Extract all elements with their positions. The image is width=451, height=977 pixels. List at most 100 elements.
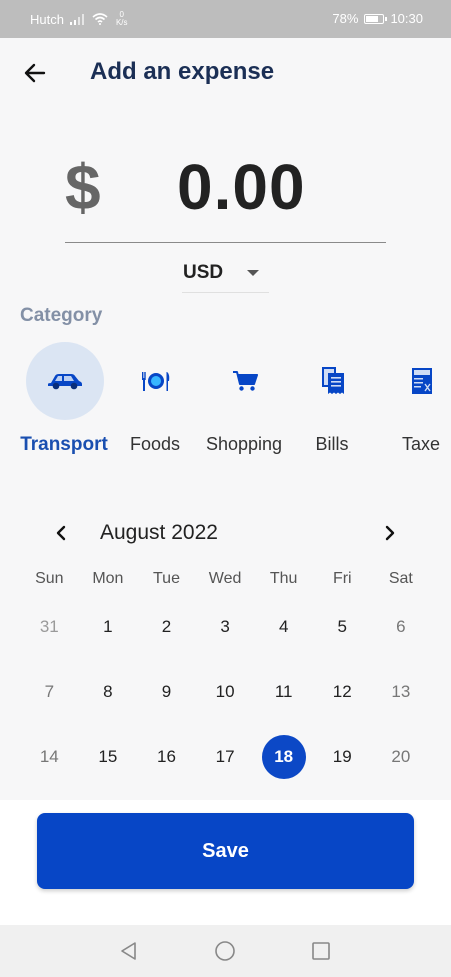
weekday-row: Sun Mon Tue Wed Thu Fri Sat xyxy=(20,570,431,594)
calendar-day[interactable]: 1 xyxy=(79,605,138,649)
chevron-left-icon xyxy=(56,525,66,541)
category-icon-circle xyxy=(294,342,372,420)
signal-icon xyxy=(69,14,84,25)
amount-input[interactable]: $ 0.00 xyxy=(65,140,386,243)
calendar-day[interactable]: 17 xyxy=(196,735,255,779)
wifi-icon xyxy=(92,13,108,25)
day-number: 11 xyxy=(274,681,293,701)
calendar-day[interactable]: 14 xyxy=(20,735,79,779)
battery-icon xyxy=(364,13,388,24)
save-button[interactable]: Save xyxy=(37,813,414,889)
weekday-label: Sat xyxy=(388,570,413,587)
next-month-button[interactable] xyxy=(377,520,403,546)
status-time: 10:30 xyxy=(390,11,423,26)
calendar-day[interactable]: 15 xyxy=(79,735,138,779)
nav-recents-button[interactable] xyxy=(308,938,334,964)
weekday-label: Mon xyxy=(92,570,124,587)
chevron-right-icon xyxy=(385,525,395,541)
calendar-day[interactable]: 9 xyxy=(137,670,196,714)
currency-code: USD xyxy=(183,262,224,283)
previous-month-button[interactable] xyxy=(48,520,74,546)
category-label: Bills xyxy=(315,434,349,454)
calendar-day[interactable]: 12 xyxy=(313,670,372,714)
weekday-label: Sun xyxy=(35,570,64,587)
calendar-week: 14 15 16 17 18 19 20 xyxy=(20,724,431,789)
status-left: Hutch 0 K/s xyxy=(30,11,128,27)
save-area: Save xyxy=(0,800,451,925)
plate-icon xyxy=(142,372,170,391)
day-number: 14 xyxy=(39,746,59,766)
calendar-day[interactable]: 16 xyxy=(137,735,196,779)
bill-icon xyxy=(322,367,344,394)
category-list[interactable]: Transport Foods Shopping Bills Taxe xyxy=(0,342,451,467)
category-foods[interactable]: Foods xyxy=(105,342,205,467)
calendar-day[interactable]: 6 xyxy=(372,605,431,649)
square-recents-icon xyxy=(312,942,330,960)
calendar-header: August 2022 xyxy=(20,510,431,558)
calendar-week: 7 8 9 10 11 12 13 xyxy=(20,659,431,724)
page-title: Add an expense xyxy=(90,58,275,85)
category-icon-circle xyxy=(117,342,195,420)
calendar-day-selected[interactable]: 18 xyxy=(254,734,313,779)
amount-value: 0.00 xyxy=(177,151,306,223)
calendar-day[interactable]: 7 xyxy=(20,670,79,714)
battery-percent: 78% xyxy=(332,11,359,26)
day-number: 3 xyxy=(220,616,230,636)
day-number: 19 xyxy=(332,746,352,766)
network-speed-unit: K/s xyxy=(115,18,128,27)
category-label: Transport xyxy=(20,434,108,455)
tax-icon xyxy=(412,368,432,394)
calendar-day[interactable]: 3 xyxy=(196,605,255,649)
category-bills[interactable]: Bills xyxy=(282,342,382,467)
calendar-day[interactable]: 13 xyxy=(372,670,431,714)
day-number: 7 xyxy=(44,681,55,701)
battery-fill xyxy=(366,15,379,22)
currency-dropdown[interactable]: USD xyxy=(182,254,269,293)
calendar-day[interactable]: 19 xyxy=(313,735,372,779)
carrier-name: Hutch xyxy=(30,11,64,27)
date-picker: August 2022 Sun Mon Tue Wed Thu Fri Sat … xyxy=(20,510,431,789)
day-number: 5 xyxy=(337,616,347,636)
calendar-day[interactable]: 4 xyxy=(254,605,313,649)
cart-icon xyxy=(233,371,258,391)
category-heading: Category xyxy=(20,305,103,326)
day-number: 2 xyxy=(161,616,172,636)
car-icon xyxy=(48,374,82,390)
nav-home-button[interactable] xyxy=(212,938,238,964)
calendar-day[interactable]: 5 xyxy=(313,605,372,649)
calendar-day[interactable]: 2 xyxy=(137,605,196,649)
calendar-day[interactable]: 20 xyxy=(372,735,431,779)
currency-symbol: $ xyxy=(65,151,101,223)
category-icon-circle xyxy=(26,342,104,420)
calendar-week: 31 1 2 3 4 5 6 xyxy=(20,594,431,659)
day-number: 13 xyxy=(391,681,411,701)
nav-back-button[interactable] xyxy=(116,938,142,964)
day-number: 17 xyxy=(215,746,235,766)
calendar-day[interactable]: 11 xyxy=(254,670,313,714)
day-number: 31 xyxy=(39,616,59,636)
day-number: 1 xyxy=(103,616,113,636)
calendar-day[interactable]: 31 xyxy=(20,605,79,649)
status-right: 78% 10:30 xyxy=(332,11,423,26)
system-nav-bar xyxy=(0,925,451,977)
category-transport[interactable]: Transport xyxy=(14,342,114,467)
day-number: 20 xyxy=(391,746,411,766)
day-number: 15 xyxy=(98,746,118,766)
weekday-label: Thu xyxy=(269,570,298,587)
category-icon-circle xyxy=(206,342,284,420)
calendar-day[interactable]: 10 xyxy=(196,670,255,714)
category-taxes[interactable]: Taxe xyxy=(371,342,451,467)
category-shopping[interactable]: Shopping xyxy=(194,342,294,467)
day-number: 12 xyxy=(332,681,352,701)
day-number: 8 xyxy=(103,681,113,701)
network-speed: 0 K/s xyxy=(116,11,128,27)
weekday-label: Tue xyxy=(152,570,180,587)
category-label: Taxe xyxy=(401,434,441,454)
weekday-label: Fri xyxy=(332,570,352,587)
back-button[interactable] xyxy=(20,58,50,88)
arrow-left-icon xyxy=(24,63,46,83)
app-header: Add an expense xyxy=(0,38,451,108)
triangle-back-icon xyxy=(121,942,136,960)
chevron-down-icon xyxy=(247,270,259,276)
calendar-day[interactable]: 8 xyxy=(79,670,138,714)
